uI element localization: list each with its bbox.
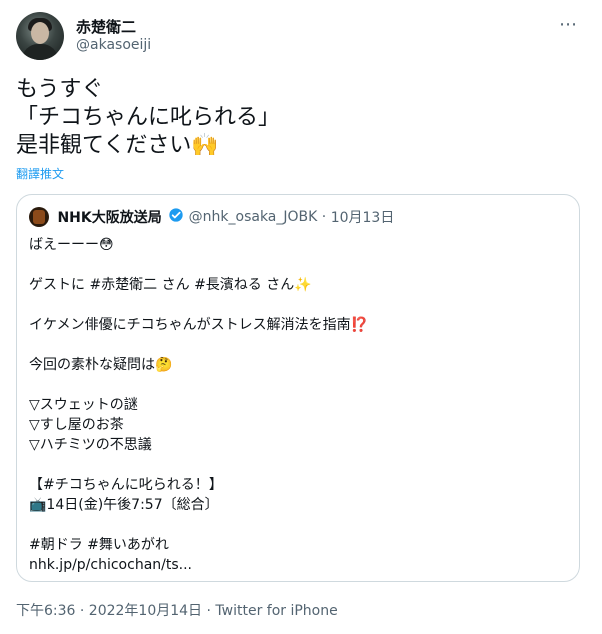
- quoted-line: ▽ハチミツの不思議: [29, 437, 152, 453]
- quoted-tweet-body: ばえーーー😳 ゲストに #赤楚衛二 さん #長濱ねる さん✨ イケメン俳優にチコ…: [29, 235, 569, 575]
- quoted-tweet[interactable]: NHK大阪放送局 @nhk_osaka_JOBK · 10月13日 ばえーーー😳…: [16, 194, 580, 582]
- quoted-line: [29, 295, 569, 315]
- author-display-name[interactable]: 赤楚衛二: [76, 16, 136, 37]
- verified-badge-icon: [168, 207, 184, 227]
- translate-tweet-link[interactable]: 翻譯推文: [16, 165, 64, 182]
- quoted-line: イケメン俳優にチコちゃんがストレス解消法を指南⁉️: [29, 317, 369, 333]
- quoted-author-handle: @nhk_osaka_JOBK: [188, 209, 318, 225]
- quoted-line: ゲストに #赤楚衛二 さん #長濱ねる さん✨: [29, 277, 312, 293]
- quoted-line: ▽スウェットの謎: [29, 397, 138, 413]
- quoted-line: [29, 375, 569, 395]
- tweet-line: 是非観てください🙌: [16, 133, 219, 158]
- avatar-body: [22, 44, 58, 60]
- quoted-author-avatar: [29, 207, 49, 227]
- tweet-timestamp[interactable]: 下午6:36 · 2022年10月14日 · Twitter for iPhon…: [16, 600, 338, 620]
- quoted-line: ▽すし屋のお茶: [29, 417, 124, 433]
- tweet-line: もうすぐ: [16, 77, 104, 102]
- quoted-line: 📺14日(金)午後7:57〔総合〕: [29, 497, 219, 513]
- quoted-line: #朝ドラ #舞いあがれ: [29, 537, 169, 553]
- avatar-face: [31, 22, 49, 44]
- more-options-icon[interactable]: ⋯: [559, 14, 578, 35]
- tweet-line: 「チコちゃんに叱られる」: [16, 105, 281, 130]
- quoted-line: 【#チコちゃんに叱られる！】: [29, 477, 223, 493]
- author-avatar[interactable]: [16, 12, 64, 60]
- quoted-line: 今回の素朴な疑問は🤔: [29, 357, 173, 373]
- tweet-header: 赤楚衛二 @akasoeiji ⋯: [16, 12, 586, 62]
- quoted-line: [29, 455, 569, 475]
- author-handle[interactable]: @akasoeiji: [76, 37, 151, 53]
- quoted-line: [29, 255, 569, 275]
- quoted-link[interactable]: nhk.jp/p/chicochan/ts...: [29, 555, 569, 575]
- quoted-line: [29, 335, 569, 355]
- quoted-line: ばえーーー😳: [29, 237, 114, 253]
- tweet-text: もうすぐ 「チコちゃんに叱られる」 是非観てください🙌: [16, 76, 576, 160]
- quoted-tweet-header: NHK大阪放送局 @nhk_osaka_JOBK · 10月13日: [29, 207, 394, 229]
- quoted-line: [29, 515, 569, 535]
- separator-dot: ·: [321, 209, 327, 225]
- quoted-tweet-date: 10月13日: [330, 210, 395, 226]
- quoted-author-name: NHK大阪放送局: [57, 210, 162, 226]
